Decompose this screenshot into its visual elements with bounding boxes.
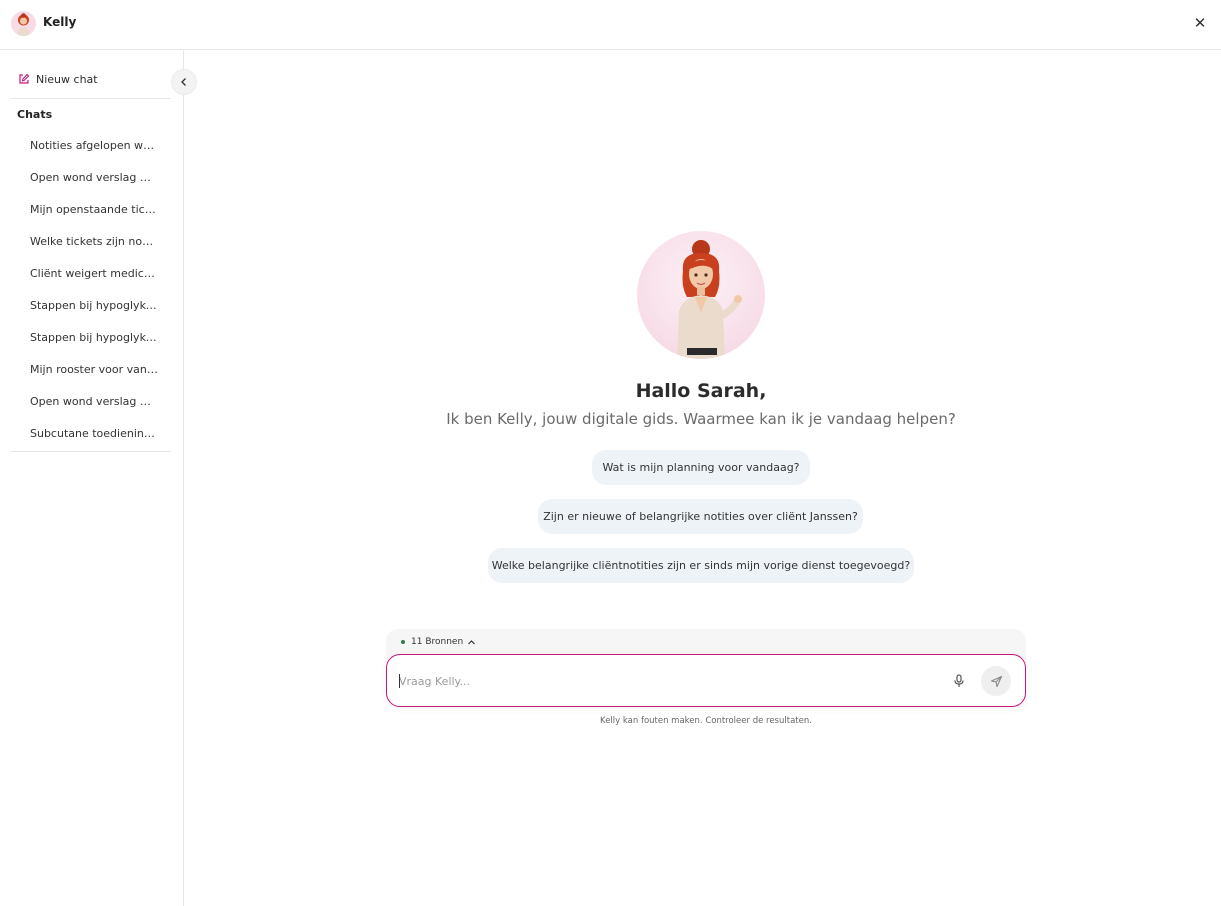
send-button[interactable] [981,666,1011,696]
new-chat-button[interactable]: Nieuw chat [18,71,98,87]
divider [11,98,171,99]
suggestion-chip[interactable]: Welke belangrijke cliëntnotities zijn er… [488,548,914,583]
sidebar: Nieuw chat Chats Notities afgelopen week… [0,50,197,906]
chat-history-item[interactable]: Cliënt weigert medicatie [30,267,158,299]
chat-history-item[interactable]: Stappen bij hypoglykemie [30,299,158,331]
sources-label: 11 Bronnen [411,637,464,647]
top-bar: Kelly ✕ [0,0,1221,50]
chat-history-item[interactable]: Mijn openstaande tickets [30,203,158,235]
chat-history-item[interactable]: Stappen bij hypoglykemie [30,331,158,363]
suggestion-chip[interactable]: Wat is mijn planning voor vandaag? [592,450,810,485]
chat-history-item[interactable]: Notities afgelopen weekend [30,139,158,171]
status-dot [401,640,405,644]
kelly-avatar-small [11,11,36,36]
suggestion-chip[interactable]: Zijn er nieuwe of belangrijke notities o… [538,499,863,534]
greeting-subtitle: Ik ben Kelly, jouw digitale gids. Waarme… [446,410,956,428]
close-icon[interactable]: ✕ [1191,14,1209,32]
send-icon [990,675,1002,687]
chat-history-list: Notities afgelopen weekend Open wond ver… [30,139,160,459]
microphone-icon [954,674,964,687]
chat-history-item[interactable]: Open wond verslag Mevrouw [30,395,158,427]
text-caret [399,674,400,688]
chat-history-item[interactable]: Open wond verslag Mevrouw [30,171,158,203]
main-content: Hallo Sarah, Ik ben Kelly, jouw digitale… [185,50,1221,906]
kelly-avatar-large [637,231,765,359]
microphone-button[interactable] [949,670,969,692]
new-chat-label: Nieuw chat [36,72,98,86]
chat-history-item[interactable]: Welke tickets zijn nog open [30,235,158,267]
chat-input-box [386,654,1026,707]
chevron-up-icon [468,639,476,644]
chat-input[interactable] [399,669,919,693]
sources-toggle[interactable]: 11 Bronnen [401,635,476,649]
app-title: Kelly [43,15,77,29]
edit-icon [19,73,30,84]
chat-history-item[interactable]: Mijn rooster voor vandaag [30,363,158,395]
disclaimer-text: Kelly kan fouten maken. Controleer de re… [600,716,812,726]
chats-heading: Chats [17,108,53,121]
greeting-heading: Hallo Sarah, [635,380,767,402]
chat-history-item[interactable]: Subcutane toediening insuline [30,427,158,459]
divider [11,451,171,452]
